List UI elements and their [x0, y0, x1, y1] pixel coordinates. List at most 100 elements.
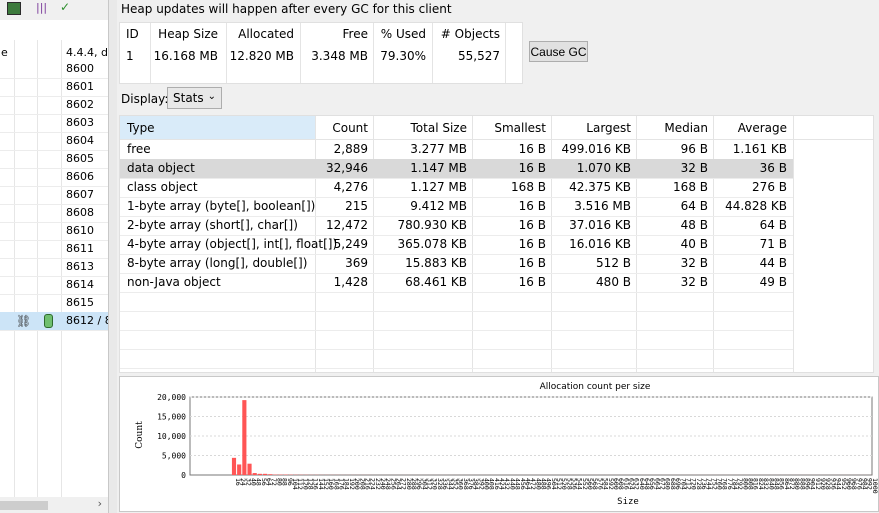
- cell-type: 8-byte array (long[], double[]): [127, 256, 308, 270]
- cell-smallest: 16 B: [518, 142, 546, 156]
- bar: [231, 457, 237, 475]
- client-row[interactable]: 8608: [0, 204, 108, 223]
- cell-smallest: 16 B: [518, 161, 546, 175]
- column-header-average[interactable]: Average: [714, 121, 787, 135]
- client-row[interactable]: 8600: [0, 60, 108, 79]
- heap-dump-icon[interactable]: [7, 2, 21, 15]
- x-tick-label: 1000: [871, 478, 878, 494]
- cell-total-size: 1.127 MB: [410, 180, 467, 194]
- cell-type: 1-byte array (byte[], boolean[]): [127, 199, 316, 213]
- cell-total-size: 3.277 MB: [410, 142, 467, 156]
- cell-average: 44.828 KB: [725, 199, 787, 213]
- heap-cylinder-icon: [44, 314, 53, 328]
- column-header-count[interactable]: Count: [316, 121, 368, 135]
- bar: [237, 464, 242, 475]
- scroll-thumb[interactable]: [0, 501, 48, 510]
- column-header-total-size[interactable]: Total Size: [374, 121, 467, 135]
- table-header: Type Count Total Size Smallest Largest M…: [120, 116, 873, 140]
- table-row[interactable]: free 2,889 3.277 MB 16 B 499.016 KB 96 B 1.161…: [120, 140, 793, 160]
- cell-total-size: 1.147 MB: [410, 161, 467, 175]
- client-row[interactable]: 8601: [0, 78, 108, 97]
- table-row[interactable]: class object 4,276 1.127 MB 168 B 42.375 KB 1…: [120, 178, 793, 198]
- column-header-largest[interactable]: Largest: [552, 121, 631, 135]
- checkmark-icon[interactable]: ✓: [60, 0, 70, 14]
- info-allocated: 12.820 MB: [229, 49, 294, 63]
- cell-total-size: 780.930 KB: [397, 218, 467, 232]
- empty-row: [120, 349, 793, 369]
- client-row[interactable]: 8604: [0, 132, 108, 151]
- table-row[interactable]: 4-byte array (object[], int[], float[]) 5…: [120, 235, 793, 255]
- client-row[interactable]: 8603: [0, 114, 108, 133]
- cell-average: 64 B: [759, 218, 787, 232]
- horizontal-scrollbar[interactable]: ›: [0, 497, 108, 513]
- table-row[interactable]: non-Java object 1,428 68.461 KB 16 B 480 B 32…: [120, 273, 793, 293]
- bar: [262, 473, 268, 475]
- heap-stats-table: Type Count Total Size Smallest Largest M…: [119, 115, 874, 373]
- cell-largest: 16.016 KB: [569, 237, 631, 251]
- client-port: 8610: [66, 224, 94, 237]
- cell-type: class object: [127, 180, 198, 194]
- y-axis-label: Count: [135, 421, 145, 449]
- cell-total-size: 15.883 KB: [405, 256, 467, 270]
- cell-largest: 480 B: [596, 275, 631, 289]
- table-row[interactable]: 8-byte array (long[], double[]) 369 15.883…: [120, 254, 793, 274]
- client-row[interactable]: 8615: [0, 294, 108, 313]
- table-row[interactable]: 2-byte array (short[], char[]) 12,472 780.…: [120, 216, 793, 236]
- table-row[interactable]: data object 32,946 1.147 MB 16 B 1.070 KB 32 …: [120, 159, 793, 179]
- client-row[interactable]: 8611: [0, 240, 108, 259]
- cell-smallest: 16 B: [518, 218, 546, 232]
- column-header-type[interactable]: Type: [127, 121, 155, 135]
- toolbar-strip: ||| ✓: [0, 0, 108, 20]
- cell-type: 2-byte array (short[], char[]): [127, 218, 298, 232]
- client-row[interactable]: 8610: [0, 222, 108, 241]
- cell-average: 44 B: [759, 256, 787, 270]
- column-header-smallest[interactable]: Smallest: [473, 121, 546, 135]
- cell-count: 1,428: [333, 275, 368, 289]
- client-row[interactable]: 8614: [0, 276, 108, 295]
- client-row[interactable]: 8605: [0, 150, 108, 169]
- pane-splitter[interactable]: [109, 0, 117, 513]
- client-row[interactable]: 8606: [0, 168, 108, 187]
- client-port: 8601: [66, 80, 94, 93]
- cell-smallest: 16 B: [518, 275, 546, 289]
- heap-info-table: ID Heap Size Allocated Free % Used # Obj…: [119, 22, 523, 84]
- info-header-allocated: Allocated: [238, 27, 294, 41]
- info-header-percent-used: % Used: [380, 27, 426, 41]
- client-row[interactable]: 8613: [0, 258, 108, 277]
- cause-gc-button[interactable]: Cause GC: [529, 41, 588, 62]
- bar: [252, 473, 257, 475]
- cell-average: 71 B: [759, 237, 787, 251]
- cell-count: 215: [345, 199, 368, 213]
- client-port: 8604: [66, 134, 94, 147]
- column-header-median[interactable]: Median: [637, 121, 708, 135]
- threads-icon[interactable]: |||: [36, 1, 47, 14]
- client-port: 8607: [66, 188, 94, 201]
- cell-average: 1.161 KB: [732, 142, 787, 156]
- cell-median: 32 B: [680, 275, 708, 289]
- cell-median: 32 B: [680, 256, 708, 270]
- client-row[interactable]: 8602: [0, 96, 108, 115]
- info-percent-used: 79.30%: [380, 49, 426, 63]
- info-header-free: Free: [342, 27, 368, 41]
- display-select[interactable]: Stats ⌄: [167, 87, 222, 109]
- allocation-chart-svg: Allocation count per size 0 5,000 10,000 15,…: [135, 382, 878, 507]
- bar: [257, 473, 262, 475]
- empty-row: [120, 311, 793, 331]
- table-row[interactable]: 1-byte array (byte[], boolean[]) 215 9.412…: [120, 197, 793, 217]
- device-client-pane: ||| ✓ e 4.4.4, d 8600 8601 8602 8603 8604 860…: [0, 0, 109, 513]
- client-row[interactable]: 8607: [0, 186, 108, 205]
- client-row-selected[interactable]: ⛓ 8612 / 8: [0, 312, 108, 331]
- cell-type: free: [127, 142, 151, 156]
- cell-largest: 42.375 KB: [569, 180, 631, 194]
- display-label: Display:: [121, 92, 169, 106]
- client-port: 8614: [66, 278, 94, 291]
- client-port: 8606: [66, 170, 94, 183]
- cell-type: data object: [127, 161, 195, 175]
- name-column-fragment: e: [1, 46, 8, 59]
- cell-count: 32,946: [326, 161, 368, 175]
- cell-largest: 37.016 KB: [569, 218, 631, 232]
- chart-title: Allocation count per size: [540, 382, 651, 392]
- empty-row: [120, 292, 793, 312]
- cell-average: 36 B: [759, 161, 787, 175]
- scroll-right-icon[interactable]: ›: [98, 497, 102, 510]
